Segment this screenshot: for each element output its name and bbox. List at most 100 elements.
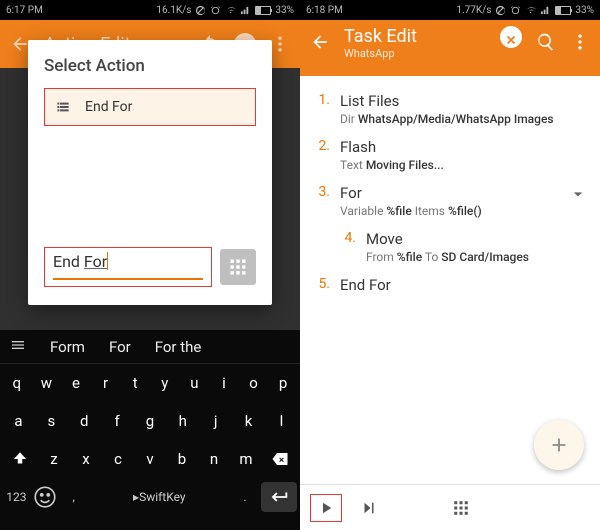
key-l[interactable]: l xyxy=(268,406,294,436)
task-number: 2. xyxy=(312,138,330,172)
key-k[interactable]: k xyxy=(236,406,262,436)
list-icon xyxy=(55,99,71,115)
key-m[interactable]: m xyxy=(233,444,259,474)
status-time: 6:17 PM xyxy=(6,5,43,16)
task-subtitle: From %file To SD Card/Images xyxy=(366,250,588,264)
action-result-row[interactable]: End For xyxy=(44,88,256,126)
bottom-toolbar xyxy=(300,484,600,530)
key-n[interactable]: n xyxy=(201,444,227,474)
status-net: 1.77K/s xyxy=(456,5,491,16)
search-icon[interactable] xyxy=(536,32,556,52)
task-number: 1. xyxy=(312,92,330,126)
key-q[interactable]: q xyxy=(4,368,30,398)
suggestion[interactable]: For xyxy=(109,338,131,356)
task-subtitle: Variable %file Items %file() xyxy=(340,204,558,218)
no-disturb-icon xyxy=(195,5,206,16)
play-button[interactable] xyxy=(310,494,342,522)
signal-icon xyxy=(540,5,551,16)
page-subtitle: WhatsApp xyxy=(344,47,486,60)
task-item[interactable]: 3. For Variable %file Items %file() xyxy=(312,178,588,224)
key-j[interactable]: j xyxy=(203,406,229,436)
status-time: 6:18 PM xyxy=(306,5,343,16)
key-y[interactable]: y xyxy=(152,368,178,398)
suggestion[interactable]: For the xyxy=(155,338,202,356)
comma-key[interactable]: , xyxy=(61,482,87,512)
search-input-text: End For xyxy=(53,252,108,271)
key-e[interactable]: e xyxy=(63,368,89,398)
task-title: Flash xyxy=(340,138,588,156)
key-c[interactable]: c xyxy=(105,444,131,474)
expand-toggle[interactable] xyxy=(568,184,588,218)
key-u[interactable]: u xyxy=(181,368,207,398)
backspace-key[interactable] xyxy=(262,444,298,474)
status-batt-pct: 33% xyxy=(275,5,294,16)
back-icon[interactable] xyxy=(310,32,330,52)
key-x[interactable]: x xyxy=(73,444,99,474)
key-t[interactable]: t xyxy=(122,368,148,398)
numbers-key[interactable]: 123 xyxy=(3,482,29,512)
key-b[interactable]: b xyxy=(169,444,195,474)
task-title: End For xyxy=(340,276,588,294)
task-item[interactable]: 2. Flash Text Moving Files... xyxy=(312,132,588,178)
action-result-label: End For xyxy=(85,99,132,115)
battery-icon xyxy=(555,6,571,15)
key-f[interactable]: f xyxy=(104,406,130,436)
key-p[interactable]: p xyxy=(270,368,296,398)
close-icon xyxy=(504,33,518,47)
search-input[interactable]: End For xyxy=(44,247,212,287)
emoji-key[interactable] xyxy=(32,482,58,512)
step-icon[interactable] xyxy=(360,499,378,517)
modal-title: Select Action xyxy=(44,56,256,76)
wifi-icon xyxy=(225,5,236,16)
key-a[interactable]: a xyxy=(5,406,31,436)
enter-key[interactable] xyxy=(261,482,297,512)
key-o[interactable]: o xyxy=(241,368,267,398)
wifi-icon xyxy=(525,5,536,16)
shift-key[interactable] xyxy=(2,444,38,474)
appbar-right: Task Edit WhatsApp xyxy=(300,20,600,76)
no-disturb-icon xyxy=(495,5,506,16)
key-w[interactable]: w xyxy=(33,368,59,398)
plus-icon xyxy=(548,434,570,456)
key-g[interactable]: g xyxy=(137,406,163,436)
period-key[interactable]: . xyxy=(232,482,258,512)
key-i[interactable]: i xyxy=(211,368,237,398)
status-net: 16.1K/s xyxy=(156,5,191,16)
more-icon[interactable] xyxy=(570,32,590,52)
task-item[interactable]: 1. List Files Dir WhatsApp/Media/WhatsApp … xyxy=(312,86,588,132)
grid-icon xyxy=(228,257,248,277)
category-grid-button[interactable] xyxy=(220,249,256,285)
key-h[interactable]: h xyxy=(170,406,196,436)
task-subtitle: Dir WhatsApp/Media/WhatsApp Images xyxy=(340,112,588,126)
suggestion[interactable]: Form xyxy=(50,338,85,356)
space-key[interactable]: ▸ SwiftKey xyxy=(89,482,229,512)
grid-icon[interactable] xyxy=(452,499,470,517)
task-title: For xyxy=(340,184,558,202)
back-icon[interactable] xyxy=(10,34,30,54)
key-z[interactable]: z xyxy=(41,444,67,474)
task-title: List Files xyxy=(340,92,588,110)
page-title: Task Edit xyxy=(344,26,486,47)
task-number: 3. xyxy=(312,184,330,218)
key-d[interactable]: d xyxy=(71,406,97,436)
close-button[interactable] xyxy=(500,26,522,48)
alarm-icon xyxy=(510,5,521,16)
task-item[interactable]: 5. End For xyxy=(312,270,588,300)
task-title: Move xyxy=(366,230,588,248)
chevron-down-icon xyxy=(568,184,588,204)
task-item[interactable]: 4. Move From %file To SD Card/Images xyxy=(338,224,588,270)
signal-icon xyxy=(240,5,251,16)
task-number: 5. xyxy=(312,276,330,294)
soft-keyboard: Form For For the qwertyuiop asdfghjkl zx… xyxy=(0,330,300,530)
more-icon[interactable] xyxy=(270,34,290,54)
task-subtitle: Text Moving Files... xyxy=(340,158,588,172)
key-s[interactable]: s xyxy=(38,406,64,436)
fab-add[interactable] xyxy=(534,420,584,470)
key-v[interactable]: v xyxy=(137,444,163,474)
battery-icon xyxy=(255,6,271,15)
hamburger-icon[interactable] xyxy=(10,337,26,357)
status-batt-pct: 33% xyxy=(575,5,594,16)
alarm-icon xyxy=(210,5,221,16)
task-number: 4. xyxy=(338,230,356,264)
key-r[interactable]: r xyxy=(93,368,119,398)
